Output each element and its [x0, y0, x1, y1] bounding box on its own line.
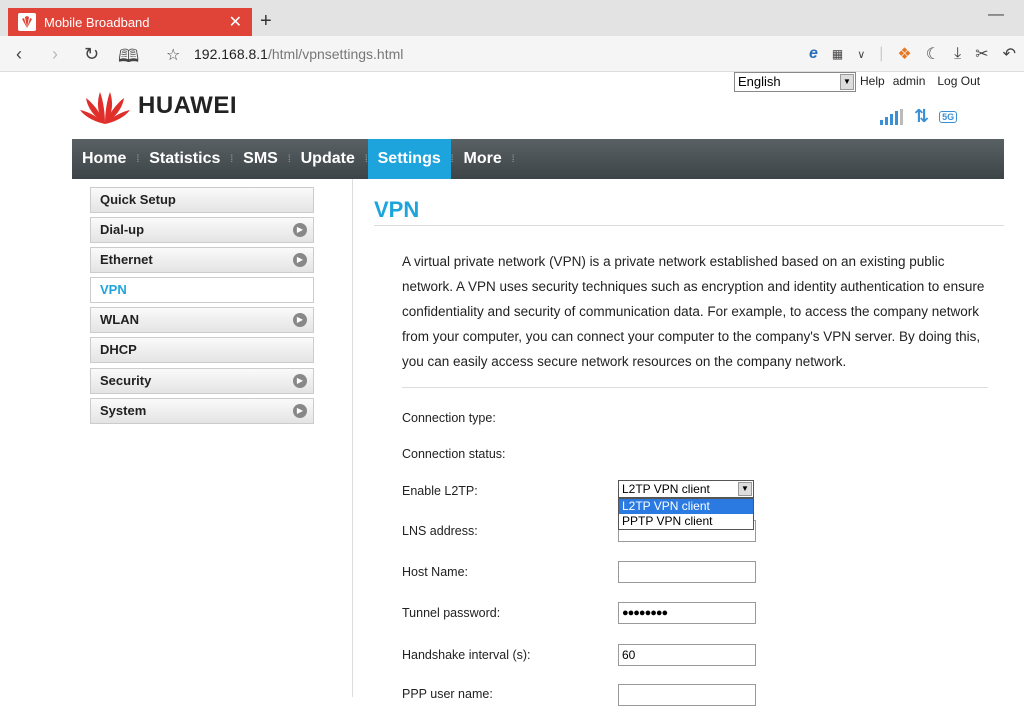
- dropdown-option-l2tp[interactable]: L2TP VPN client: [619, 499, 753, 514]
- chevron-down-icon[interactable]: ▼: [840, 74, 854, 90]
- handshake-interval-input[interactable]: 60: [618, 644, 756, 666]
- gamepad-icon[interactable]: ❖: [897, 44, 911, 64]
- host-name-input[interactable]: [618, 561, 756, 583]
- logo-text: HUAWEI: [138, 92, 237, 119]
- sidebar-item-ethernet[interactable]: Ethernet ▶: [90, 247, 314, 273]
- scissors-icon[interactable]: ✂: [975, 44, 988, 64]
- huawei-flower-icon: [80, 92, 130, 124]
- sidebar-item-vpn[interactable]: VPN: [90, 277, 314, 303]
- huawei-logo: HUAWEI: [78, 86, 237, 126]
- reload-icon[interactable]: ↻: [84, 44, 99, 65]
- url-host: 192.168.8.1: [194, 46, 268, 62]
- lns-address-label: LNS address:: [402, 524, 478, 538]
- connection-type-label: Connection type:: [402, 411, 496, 425]
- sidebar-item-label: System: [100, 403, 147, 418]
- sidebar-item-label: VPN: [100, 282, 127, 297]
- undo-icon[interactable]: ↶: [1003, 44, 1016, 64]
- new-tab-icon[interactable]: +: [260, 10, 272, 33]
- nav-home[interactable]: Home: [72, 139, 136, 179]
- sidebar-item-quick-setup[interactable]: Quick Setup: [90, 187, 314, 213]
- sidebar-item-label: DHCP: [100, 342, 137, 357]
- host-name-label: Host Name:: [402, 565, 468, 579]
- page-title: VPN: [374, 197, 420, 222]
- sidebar-item-wlan[interactable]: WLAN ▶: [90, 307, 314, 333]
- content-divider: [352, 179, 353, 697]
- chevron-down-icon[interactable]: ▼: [738, 482, 752, 496]
- reading-view-icon[interactable]: 🕮: [118, 44, 139, 74]
- sidebar-item-label: Ethernet: [100, 252, 153, 267]
- connection-type-dropdown: L2TP VPN client PPTP VPN client: [618, 498, 754, 530]
- description-divider: [402, 387, 988, 388]
- moon-icon[interactable]: ☾: [926, 44, 940, 64]
- expand-arrow-icon[interactable]: ▶: [293, 313, 307, 327]
- sidebar-item-label: Quick Setup: [100, 192, 176, 207]
- minimize-icon[interactable]: —: [988, 6, 1004, 24]
- sidebar-item-label: Dial-up: [100, 222, 145, 237]
- main-nav: Home ⁞ Statistics ⁞ SMS ⁞ Update ⁞ Settings ⁞…: [72, 139, 1004, 179]
- download-icon[interactable]: ⤓: [954, 45, 961, 63]
- dropdown-option-pptp[interactable]: PPTP VPN client: [619, 514, 753, 529]
- router-page: English ▼ Help admin Log Out HUAWEI ⇅ 5G…: [0, 72, 1024, 706]
- connection-status-label: Connection status:: [402, 447, 506, 461]
- ie-mode-icon[interactable]: e: [809, 45, 818, 63]
- address-bar: ‹ › ↻ 🕮 ☆ 192.168.8.1/html/vpnsettings.h…: [0, 36, 1024, 72]
- logout-link[interactable]: Log Out: [937, 74, 980, 88]
- vpn-content: VPN A virtual private network (VPN) is a…: [374, 179, 1004, 706]
- sidebar-item-system[interactable]: System ▶: [90, 398, 314, 424]
- sidebar-item-dhcp[interactable]: DHCP: [90, 337, 314, 363]
- nav-settings[interactable]: Settings: [367, 139, 451, 179]
- sidebar-item-security[interactable]: Security ▶: [90, 368, 314, 394]
- settings-sidebar: Quick Setup Dial-up ▶ Ethernet ▶ VPN WLAN ▶…: [72, 179, 352, 697]
- huawei-favicon-icon: [18, 13, 36, 31]
- tab-close-icon[interactable]: ✕: [229, 12, 242, 32]
- language-value: English: [738, 74, 781, 89]
- nav-update[interactable]: Update: [291, 139, 365, 179]
- signal-strength-icon: [880, 108, 903, 125]
- tunnel-password-input[interactable]: ●●●●●●●●: [618, 602, 756, 624]
- expand-arrow-icon[interactable]: ▶: [293, 253, 307, 267]
- browser-tabbar: Mobile Broadband ✕ + —: [0, 0, 1024, 36]
- nav-more[interactable]: More: [454, 139, 512, 179]
- sidebar-item-label: WLAN: [100, 312, 139, 327]
- enable-l2tp-label: Enable L2TP:: [402, 484, 478, 498]
- qr-code-icon[interactable]: ▦: [832, 47, 843, 61]
- data-transfer-icon: ⇅: [914, 106, 930, 126]
- browser-tab[interactable]: Mobile Broadband ✕: [8, 8, 252, 36]
- expand-arrow-icon[interactable]: ▶: [293, 404, 307, 418]
- vpn-description: A virtual private network (VPN) is a pri…: [402, 254, 985, 369]
- ppp-user-name-input[interactable]: [618, 684, 756, 706]
- top-links: Help admin Log Out: [860, 74, 980, 88]
- admin-link[interactable]: admin: [893, 74, 926, 88]
- tunnel-password-label: Tunnel password:: [402, 606, 501, 620]
- sidebar-item-dial-up[interactable]: Dial-up ▶: [90, 217, 314, 243]
- expand-arrow-icon[interactable]: ▶: [293, 374, 307, 388]
- sidebar-item-label: Security: [100, 373, 152, 388]
- nav-sms[interactable]: SMS: [233, 139, 288, 179]
- ppp-user-name-label: PPP user name:: [402, 687, 493, 701]
- tab-title: Mobile Broadband: [44, 14, 150, 30]
- nav-statistics[interactable]: Statistics: [139, 139, 230, 179]
- help-link[interactable]: Help: [860, 74, 885, 88]
- network-type-badge: 5G: [939, 110, 958, 123]
- forward-icon[interactable]: ›: [52, 44, 58, 65]
- url-field[interactable]: 192.168.8.1/html/vpnsettings.html: [194, 46, 403, 62]
- language-select[interactable]: English ▼: [734, 72, 856, 92]
- favorite-star-icon[interactable]: ☆: [166, 45, 180, 65]
- connection-type-select[interactable]: L2TP VPN client ▼: [618, 480, 754, 498]
- back-icon[interactable]: ‹: [16, 44, 22, 65]
- handshake-interval-label: Handshake interval (s):: [402, 648, 531, 662]
- browser-toolbar: e ▦ ∨ | ❖ ☾ ⤓ ✂ ↶: [808, 44, 1016, 64]
- title-divider: [374, 225, 1004, 226]
- status-icons: ⇅ 5G: [880, 106, 958, 127]
- chevron-down-icon[interactable]: ∨: [857, 48, 865, 61]
- expand-arrow-icon[interactable]: ▶: [293, 223, 307, 237]
- url-path: /html/vpnsettings.html: [267, 46, 404, 62]
- connection-type-value: L2TP VPN client: [622, 482, 710, 496]
